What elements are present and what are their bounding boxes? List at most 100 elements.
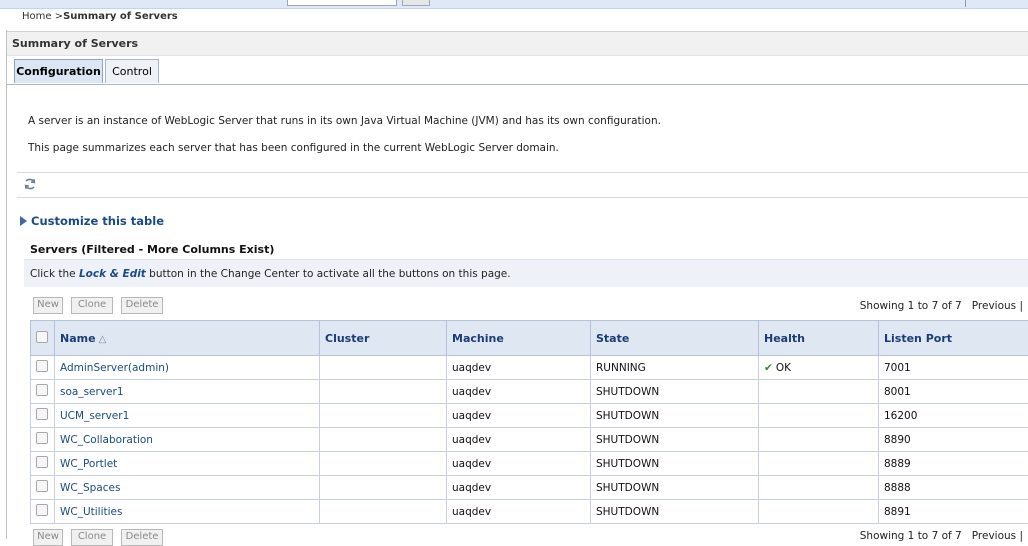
row-select-cell bbox=[31, 428, 55, 452]
row-select-cell bbox=[31, 380, 55, 404]
info-text-before: Click the bbox=[30, 268, 79, 280]
machine-cell: uaqdev bbox=[447, 404, 591, 428]
row-checkbox[interactable] bbox=[36, 456, 48, 468]
info-message: Click the Lock & Edit button in the Chan… bbox=[30, 268, 511, 280]
column-header-cluster[interactable]: Cluster bbox=[320, 321, 447, 356]
table-row: WC_Collaboration uaqdev SHUTDOWN 8890 bbox=[31, 428, 1028, 452]
row-checkbox[interactable] bbox=[36, 480, 48, 492]
listen-port-cell: 7001 bbox=[879, 356, 1028, 380]
search-button[interactable] bbox=[402, 0, 430, 6]
machine-cell: uaqdev bbox=[447, 380, 591, 404]
server-name-link[interactable]: WC_Collaboration bbox=[55, 428, 320, 452]
refresh-icon[interactable] bbox=[22, 176, 38, 192]
select-all-header bbox=[31, 321, 55, 356]
sort-ascending-icon: △ bbox=[99, 334, 107, 345]
delete-button[interactable]: Delete bbox=[121, 297, 163, 314]
new-button-bottom[interactable]: New bbox=[33, 529, 63, 546]
state-cell: SHUTDOWN bbox=[591, 380, 759, 404]
customize-table-label: Customize this table bbox=[31, 214, 164, 228]
state-cell: SHUTDOWN bbox=[591, 428, 759, 452]
machine-cell: uaqdev bbox=[447, 356, 591, 380]
customize-table-link[interactable]: Customize this table bbox=[20, 214, 164, 228]
previous-link[interactable]: Previous | bbox=[972, 300, 1023, 312]
row-checkbox[interactable] bbox=[36, 360, 48, 372]
row-select-cell bbox=[31, 356, 55, 380]
machine-cell: uaqdev bbox=[447, 476, 591, 500]
info-message-bar: Click the Lock & Edit button in the Chan… bbox=[24, 259, 1028, 287]
health-cell bbox=[759, 452, 879, 476]
server-name-link[interactable]: WC_Utilities bbox=[55, 500, 320, 524]
clone-button-bottom[interactable]: Clone bbox=[71, 529, 113, 546]
check-icon: ✔ bbox=[764, 362, 773, 374]
tab-configuration[interactable]: Configuration bbox=[14, 59, 103, 83]
pagination-top: Showing 1 to 7 of 7 Previous | bbox=[860, 300, 1023, 312]
server-name-link[interactable]: soa_server1 bbox=[55, 380, 320, 404]
table-toolbar bbox=[17, 172, 1028, 198]
listen-port-cell: 8888 bbox=[879, 476, 1028, 500]
select-all-checkbox[interactable] bbox=[36, 331, 48, 343]
expand-triangle-icon bbox=[20, 216, 27, 226]
breadcrumb-home[interactable]: Home > bbox=[22, 11, 63, 22]
cluster-cell bbox=[320, 356, 447, 380]
clone-button[interactable]: Clone bbox=[71, 297, 113, 314]
row-select-cell bbox=[31, 476, 55, 500]
listen-port-cell: 8891 bbox=[879, 500, 1028, 524]
health-cell bbox=[759, 428, 879, 452]
row-checkbox[interactable] bbox=[36, 432, 48, 444]
row-checkbox[interactable] bbox=[36, 408, 48, 420]
cluster-cell bbox=[320, 500, 447, 524]
cluster-cell bbox=[320, 452, 447, 476]
top-toolbar-strip bbox=[0, 0, 1028, 9]
column-header-state[interactable]: State bbox=[591, 321, 759, 356]
column-header-health[interactable]: Health bbox=[759, 321, 879, 356]
new-button[interactable]: New bbox=[33, 297, 63, 314]
state-cell: SHUTDOWN bbox=[591, 500, 759, 524]
machine-cell: uaqdev bbox=[447, 452, 591, 476]
state-cell: SHUTDOWN bbox=[591, 476, 759, 500]
info-text-after: button in the Change Center to activate … bbox=[146, 268, 511, 280]
table-row: WC_Portlet uaqdev SHUTDOWN 8889 bbox=[31, 452, 1028, 476]
state-cell: SHUTDOWN bbox=[591, 452, 759, 476]
tab-underline bbox=[7, 84, 1028, 85]
server-name-link[interactable]: UCM_server1 bbox=[55, 404, 320, 428]
servers-table: Name△ Cluster Machine State Health Liste… bbox=[30, 320, 1028, 524]
row-select-cell bbox=[31, 404, 55, 428]
table-title: Servers (Filtered - More Columns Exist) bbox=[30, 243, 274, 256]
lock-edit-text: Lock & Edit bbox=[79, 268, 146, 280]
machine-cell: uaqdev bbox=[447, 500, 591, 524]
delete-button-bottom[interactable]: Delete bbox=[121, 529, 163, 546]
server-name-link[interactable]: WC_Spaces bbox=[55, 476, 320, 500]
row-checkbox[interactable] bbox=[36, 384, 48, 396]
cluster-cell bbox=[320, 476, 447, 500]
listen-port-cell: 8889 bbox=[879, 452, 1028, 476]
row-checkbox[interactable] bbox=[36, 504, 48, 516]
description-line-1: A server is an instance of WebLogic Serv… bbox=[28, 115, 661, 127]
column-header-name[interactable]: Name△ bbox=[55, 321, 320, 356]
column-header-listen-port[interactable]: Listen Port bbox=[879, 321, 1028, 356]
machine-cell: uaqdev bbox=[447, 428, 591, 452]
health-cell bbox=[759, 476, 879, 500]
column-header-machine[interactable]: Machine bbox=[447, 321, 591, 356]
server-name-link[interactable]: WC_Portlet bbox=[55, 452, 320, 476]
pagination-status: Showing 1 to 7 of 7 bbox=[860, 300, 962, 312]
search-input[interactable] bbox=[287, 0, 397, 6]
table-row: WC_Utilities uaqdev SHUTDOWN 8891 bbox=[31, 500, 1028, 524]
health-cell bbox=[759, 380, 879, 404]
table-row: soa_server1 uaqdev SHUTDOWN 8001 bbox=[31, 380, 1028, 404]
listen-port-cell: 8890 bbox=[879, 428, 1028, 452]
table-row: WC_Spaces uaqdev SHUTDOWN 8888 bbox=[31, 476, 1028, 500]
breadcrumb: Home >Summary of Servers bbox=[22, 11, 178, 22]
page-title: Summary of Servers bbox=[12, 37, 138, 50]
breadcrumb-current: Summary of Servers bbox=[63, 11, 178, 22]
cluster-cell bbox=[320, 428, 447, 452]
column-name-label: Name bbox=[60, 332, 96, 345]
listen-port-cell: 16200 bbox=[879, 404, 1028, 428]
health-cell bbox=[759, 500, 879, 524]
table-row: AdminServer(admin) uaqdev RUNNING ✔OK 70… bbox=[31, 356, 1028, 380]
listen-port-cell: 8001 bbox=[879, 380, 1028, 404]
tab-control[interactable]: Control bbox=[105, 59, 159, 83]
server-name-link[interactable]: AdminServer(admin) bbox=[55, 356, 320, 380]
health-cell: ✔OK bbox=[759, 356, 879, 380]
state-cell: RUNNING bbox=[591, 356, 759, 380]
previous-link-bottom[interactable]: Previous | bbox=[972, 530, 1023, 542]
